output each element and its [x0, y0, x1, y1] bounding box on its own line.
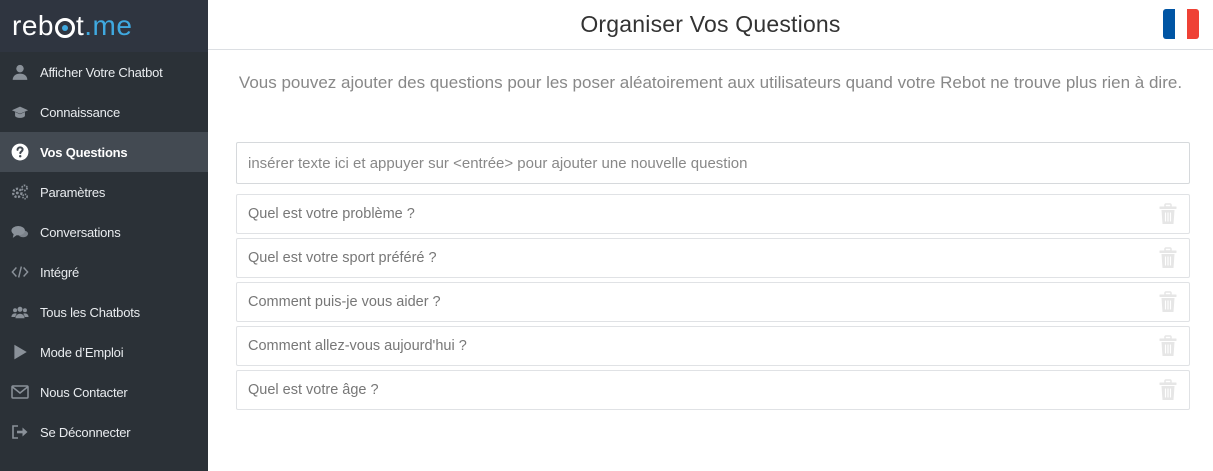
trash-icon[interactable]	[1157, 290, 1179, 314]
envelope-icon	[0, 383, 40, 401]
main-content: Organiser Vos Questions Vous pouvez ajou…	[208, 0, 1213, 471]
question-text: Comment puis-je vous aider ?	[248, 294, 441, 310]
sidebar-item-tous-les-chatbots[interactable]: Tous les Chatbots	[0, 292, 208, 332]
sidebar-item-label: Mode d’Emploi	[40, 344, 124, 360]
trash-icon[interactable]	[1157, 246, 1179, 270]
question-text: Quel est votre problème ?	[248, 206, 415, 222]
sidebar-item-connaissance[interactable]: Connaissance	[0, 92, 208, 132]
logo-text-main: reb	[12, 10, 54, 41]
intro-text: Vous pouvez ajouter des questions pour l…	[238, 73, 1183, 92]
sidebar-item-label: Connaissance	[40, 104, 120, 120]
sidebar-item-conversations[interactable]: Conversations	[0, 212, 208, 252]
sidebar-item-mode-d-emploi[interactable]: Mode d’Emploi	[0, 332, 208, 372]
sidebar-item-label: Conversations	[40, 224, 121, 240]
sidebar-item-parametres[interactable]: Paramètres	[0, 172, 208, 212]
sidebar-item-label: Afficher Votre Chatbot	[40, 64, 163, 80]
play-icon	[0, 343, 40, 361]
question-item[interactable]: Quel est votre problème ?	[236, 194, 1190, 234]
logo-eye-icon	[54, 18, 75, 38]
question-circle-icon	[0, 143, 40, 161]
question-item[interactable]: Quel est votre sport préféré ?	[236, 238, 1190, 278]
sidebar-item-label: Nous Contacter	[40, 384, 128, 400]
sidebar-item-afficher-votre-chatbot[interactable]: Afficher Votre Chatbot	[0, 52, 208, 92]
sidebar-item-label: Vos Questions	[40, 144, 128, 160]
france-flag-icon[interactable]	[1163, 9, 1199, 39]
rebot-logo[interactable]: reb t .me	[12, 10, 132, 42]
logo-text-accent: .me	[84, 10, 133, 41]
question-text: Quel est votre sport préféré ?	[248, 250, 437, 266]
sidebar-item-label: Paramètres	[40, 184, 106, 200]
question-item[interactable]: Comment puis-je vous aider ?	[236, 282, 1190, 322]
sidebar-item-integre[interactable]: Intégré	[0, 252, 208, 292]
sidebar-nav: Afficher Votre Chatbot Connaissance Vos …	[0, 52, 208, 452]
sidebar-item-label: Se Déconnecter	[40, 424, 131, 440]
question-text: Quel est votre âge ?	[248, 382, 379, 398]
sidebar: reb t .me Afficher Votre Chatbot Connaissa…	[0, 0, 208, 471]
top-bar: Organiser Vos Questions	[208, 0, 1213, 50]
question-list: Quel est votre problème ? Quel est votre…	[236, 194, 1190, 410]
questions-panel: Quel est votre problème ? Quel est votre…	[236, 142, 1190, 414]
code-icon	[0, 263, 40, 281]
sidebar-item-vos-questions[interactable]: Vos Questions	[0, 132, 208, 172]
question-item[interactable]: Quel est votre âge ?	[236, 370, 1190, 410]
user-icon	[0, 63, 40, 81]
sidebar-item-label: Tous les Chatbots	[40, 304, 140, 320]
cogs-icon	[0, 183, 40, 201]
new-question-input[interactable]	[236, 142, 1190, 184]
page-title: Organiser Vos Questions	[580, 11, 841, 37]
flag-red-stripe	[1187, 9, 1199, 39]
graduation-cap-icon	[0, 103, 40, 121]
sidebar-item-se-deconnecter[interactable]: Se Déconnecter	[0, 412, 208, 452]
flag-blue-stripe	[1163, 9, 1175, 39]
question-item[interactable]: Comment allez-vous aujourd'hui ?	[236, 326, 1190, 366]
flag-white-stripe	[1175, 9, 1187, 39]
trash-icon[interactable]	[1157, 378, 1179, 402]
logo-text-after: t	[75, 10, 85, 41]
trash-icon[interactable]	[1157, 202, 1179, 226]
sidebar-item-label: Intégré	[40, 264, 80, 280]
chat-bubbles-icon	[0, 223, 40, 241]
question-text: Comment allez-vous aujourd'hui ?	[248, 338, 467, 354]
trash-icon[interactable]	[1157, 334, 1179, 358]
sign-out-icon	[0, 423, 40, 441]
users-icon	[0, 303, 40, 321]
sidebar-item-nous-contacter[interactable]: Nous Contacter	[0, 372, 208, 412]
logo-bar: reb t .me	[0, 0, 208, 52]
